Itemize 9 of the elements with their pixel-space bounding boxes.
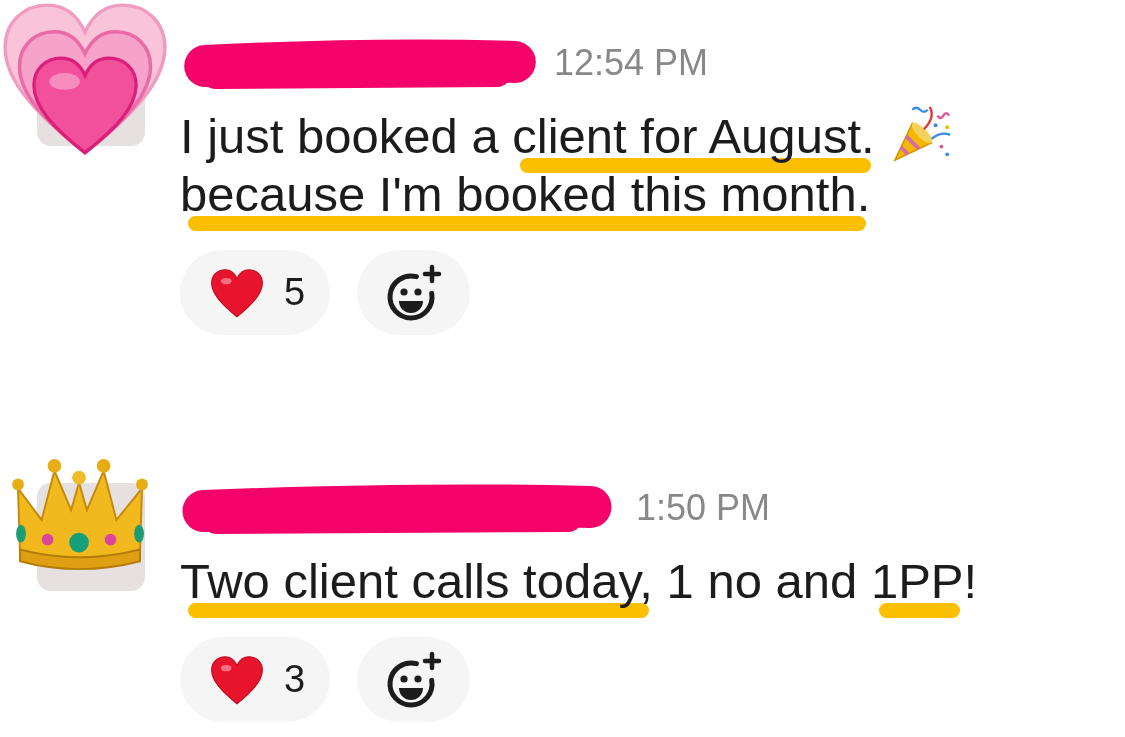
message-text: I just booked a client for August.	[180, 116, 875, 174]
reaction-button[interactable]: 3	[180, 637, 330, 722]
timestamp: 12:54 PM	[554, 42, 709, 84]
message-text: because I'm booked this month.	[180, 174, 871, 232]
timestamp: 1:50 PM	[636, 487, 771, 529]
reaction-button[interactable]: 5	[180, 250, 330, 335]
heart-icon	[210, 654, 264, 705]
heart-icon	[210, 267, 264, 318]
message-text: Two client calls today, 1 no and 1PP!	[180, 561, 978, 619]
